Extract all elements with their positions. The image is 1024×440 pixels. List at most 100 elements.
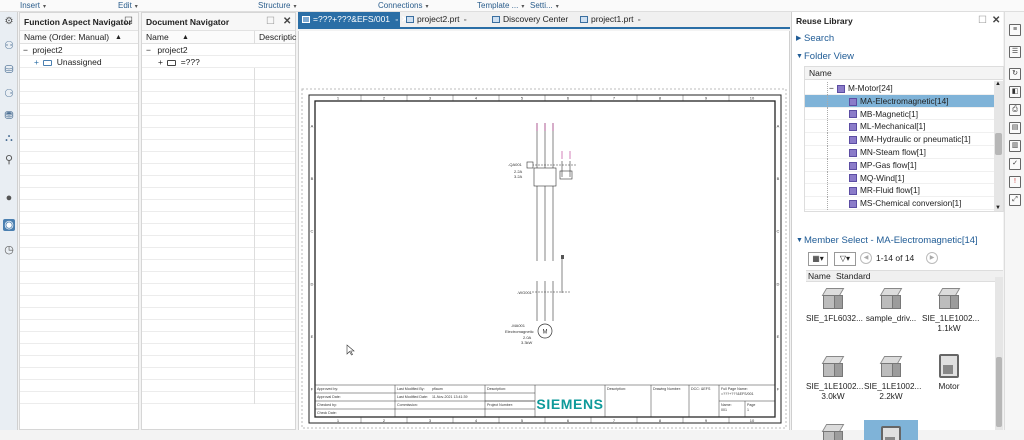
empty-row	[142, 392, 295, 404]
folder-tree-item[interactable]: MQ-Wind[1]	[805, 171, 1003, 185]
scroll-up-icon[interactable]: ▲	[995, 81, 1001, 87]
chevron-down-icon[interactable]: ▼	[796, 48, 803, 66]
svg-text:Project Number:: Project Number:	[487, 403, 513, 407]
check-icon[interactable]: ✓	[1009, 158, 1021, 170]
scrollbar-thumb[interactable]	[995, 133, 1002, 155]
tree-item-project2[interactable]: − project2	[142, 44, 295, 56]
folder-tree-item[interactable]: MR-Fluid flow[1]	[805, 184, 1003, 198]
folder-tree-item[interactable]: MB-Magnetic[1]	[805, 107, 1003, 121]
fullscreen-icon[interactable]: ⤢	[1009, 194, 1021, 206]
member-tile[interactable]: SIE_1LE1002... 1.1kW	[922, 284, 979, 346]
maximize-icon[interactable]: ☐	[266, 13, 275, 31]
structure-icon[interactable]: ⛬	[3, 132, 15, 144]
folder-tree-item[interactable]: MM-Hydraulic or pneumatic[1]	[805, 133, 1003, 147]
folder-tree-item[interactable]: MN-Steam flow[1]	[805, 145, 1003, 159]
column-header-name[interactable]: Name	[146, 32, 169, 42]
members-scrollbar[interactable]	[995, 277, 1003, 430]
tab-project2[interactable]: project2.prt ▫	[402, 12, 482, 27]
member-tile[interactable]: sample_driv...	[864, 284, 918, 346]
folder-tree-item[interactable]: ML-Mechanical[1]	[805, 120, 1003, 134]
list-icon[interactable]: ☰	[1009, 46, 1021, 58]
close-icon[interactable]: ✕	[283, 13, 291, 31]
maximize-icon[interactable]: ☐	[978, 12, 987, 30]
menu-connections[interactable]: Connections ▾	[378, 1, 429, 10]
empty-row	[142, 344, 295, 356]
column-header-description[interactable]: Descriptic	[254, 31, 296, 44]
column-header-name[interactable]: Name (Order: Manual) ▲	[20, 31, 138, 44]
empty-row	[20, 188, 138, 200]
chevron-down-icon: ▾	[43, 4, 47, 10]
folder-view-section[interactable]: ▼ Folder View	[792, 48, 1003, 66]
tree-guide	[827, 184, 828, 198]
search-icon[interactable]: ⚲	[3, 154, 15, 166]
pin-icon[interactable]: ▫	[464, 17, 466, 24]
properties-icon[interactable]: ≡	[1009, 24, 1021, 36]
search-section[interactable]: ▶ Search	[792, 30, 1003, 48]
drawing-canvas[interactable]: 1 2 3 4 5 6 7 8 9 10 1 2 3 4 5 6 7 8 9 10 ABCDEF ABCDEF	[298, 31, 790, 430]
member-column-standard[interactable]: Standard	[836, 271, 871, 282]
scrollbar[interactable]: ▲ ▼	[994, 81, 1003, 211]
tab-discovery-center[interactable]: Discovery Center	[488, 12, 572, 27]
scroll-down-icon[interactable]: ▼	[995, 205, 1001, 211]
library-folder-icon	[849, 161, 857, 170]
clock-icon[interactable]: ◷	[3, 244, 15, 256]
maximize-icon[interactable]: ☐	[124, 13, 133, 31]
member-tile[interactable]: Motor	[922, 352, 976, 414]
collapse-icon[interactable]: −	[23, 45, 28, 55]
empty-row	[20, 260, 138, 272]
expand-icon[interactable]: +	[34, 57, 39, 67]
collapse-icon[interactable]: −	[829, 82, 834, 95]
tree-item-unassigned[interactable]: + Unassigned	[20, 56, 138, 68]
previous-page-icon[interactable]: ◀	[860, 252, 872, 264]
member-tile[interactable]: SIE_1LE1002... 3.0kW	[806, 352, 863, 414]
menu-settings[interactable]: Setti... ▾	[530, 1, 559, 10]
member-column-name[interactable]: Name	[808, 271, 831, 282]
menu-template[interactable]: Template ... ▾	[477, 1, 524, 10]
pin-icon[interactable]: ▫	[638, 17, 640, 24]
sphere-icon[interactable]: ●	[3, 192, 15, 204]
member-tile[interactable]	[806, 420, 860, 440]
menu-edit[interactable]: Edit ▾	[118, 1, 138, 10]
tree-item-function[interactable]: + =???	[142, 56, 295, 68]
member-tile[interactable]: SIE_1FL6032...	[806, 284, 863, 346]
gear-icon[interactable]: ⚙	[3, 16, 15, 28]
empty-rows	[142, 68, 295, 404]
error-icon[interactable]: !	[1009, 176, 1021, 188]
folder-tree-item[interactable]: MS-Chemical conversion[1]	[805, 197, 1003, 211]
tree-item-project2[interactable]: − project2	[20, 44, 138, 56]
folder-tree-item[interactable]: MP-Gas flow[1]	[805, 158, 1003, 172]
sort-up-icon[interactable]: ▲	[182, 31, 189, 44]
member-tile[interactable]	[864, 420, 918, 440]
tab-schematic[interactable]: =???+???&EFS/001 ▫ ✕	[298, 12, 408, 27]
print-icon[interactable]: ⎙	[1009, 104, 1021, 116]
location-navigator-icon[interactable]: ⛁	[3, 64, 15, 76]
collapse-icon[interactable]: −	[146, 45, 151, 55]
tab-project1[interactable]: project1.prt ▫	[576, 12, 656, 27]
chevron-right-icon[interactable]: ▶	[796, 30, 801, 48]
filter-icon[interactable]: ▽▾	[834, 252, 856, 266]
layers-icon[interactable]: ◧	[1009, 86, 1021, 98]
history-icon[interactable]: ↻	[1009, 68, 1021, 80]
folder-tree-item[interactable]: − M-Motor[24]	[805, 82, 1003, 95]
reuse-library-icon[interactable]: ◉	[3, 219, 15, 231]
pin-icon[interactable]: ▫	[395, 17, 397, 24]
function-navigator-icon[interactable]: ⚇	[3, 40, 15, 52]
view-mode-dropdown[interactable]: ▦▾	[808, 252, 828, 266]
ruler-letter: A	[777, 123, 780, 128]
chevron-down-icon[interactable]: ▼	[796, 232, 803, 250]
folder-column-header[interactable]: Name	[805, 67, 1003, 80]
member-select-section[interactable]: ▼ Member Select - MA-Electromagnetic[14]	[792, 232, 1003, 250]
product-navigator-icon[interactable]: ⚆	[3, 88, 15, 100]
document-icon[interactable]: ▤	[1009, 122, 1021, 134]
scrollbar-thumb[interactable]	[996, 357, 1002, 427]
member-tile[interactable]: SIE_1LE1002... 2.2kW	[864, 352, 921, 414]
report-icon[interactable]: ▥	[1009, 140, 1021, 152]
menu-structure[interactable]: Structure ▾	[258, 1, 296, 10]
document-navigator-icon[interactable]: ⛃	[3, 110, 15, 122]
menu-insert[interactable]: Insert ▾	[20, 1, 46, 10]
next-page-icon[interactable]: ▶	[926, 252, 938, 264]
folder-tree-item[interactable]: MA-Electromagnetic[14]	[805, 94, 1003, 108]
close-icon[interactable]: ✕	[992, 12, 1000, 30]
expand-icon[interactable]: +	[158, 57, 163, 67]
sort-up-icon[interactable]: ▲	[115, 31, 122, 44]
